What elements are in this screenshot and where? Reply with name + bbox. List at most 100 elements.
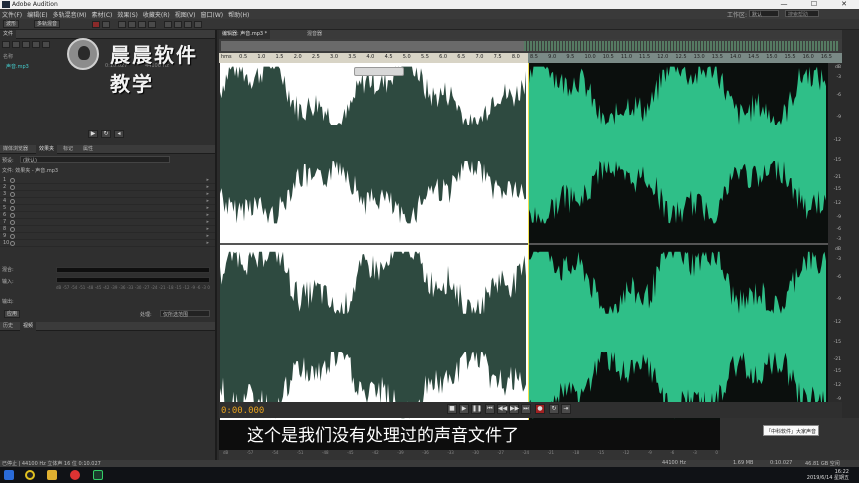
effect-slot[interactable]: 7 ▸ xyxy=(0,219,215,226)
move-tool-icon[interactable] xyxy=(118,21,126,28)
power-icon[interactable] xyxy=(10,206,15,211)
workspace-select[interactable]: 默认 xyxy=(749,10,779,18)
razor-tool-icon[interactable] xyxy=(128,21,136,28)
menu-favorites[interactable]: 收藏夹(R) xyxy=(143,10,170,19)
power-icon[interactable] xyxy=(10,192,15,197)
pause-icon[interactable]: ❚❚ xyxy=(471,404,482,414)
process-select[interactable]: 仅所选范围 xyxy=(160,310,210,318)
chevron-right-icon[interactable]: ▸ xyxy=(206,212,209,218)
hud-volume-control[interactable] xyxy=(354,67,404,76)
menu-multitrack[interactable]: 多轨混音(M) xyxy=(53,10,87,19)
play-icon[interactable]: ▶ xyxy=(459,404,469,414)
tab-editor[interactable]: 编辑器: 声音.mp3 * xyxy=(219,30,271,39)
power-icon[interactable] xyxy=(10,178,15,183)
menu-view[interactable]: 视图(V) xyxy=(175,10,196,19)
overview-selection[interactable] xyxy=(221,41,524,51)
power-icon[interactable] xyxy=(10,185,15,190)
lasso-tool-icon[interactable] xyxy=(174,21,182,28)
go-end-icon[interactable]: ⏭ xyxy=(521,404,531,414)
preview-play-icon[interactable]: ▶ xyxy=(88,130,98,138)
power-icon[interactable] xyxy=(10,234,15,239)
effect-slot[interactable]: 1 ▸ xyxy=(0,177,215,184)
loop-icon[interactable]: ↻ xyxy=(549,404,559,414)
audition-taskbar-icon[interactable] xyxy=(93,470,103,480)
tab-media-browser[interactable]: 媒体浏览器 xyxy=(0,145,31,154)
spot-heal-tool-icon[interactable] xyxy=(194,21,202,28)
chevron-right-icon[interactable]: ▸ xyxy=(206,198,209,204)
file-item-name[interactable]: 声音.mp3 xyxy=(6,63,29,70)
menu-clip[interactable]: 素材(C) xyxy=(91,10,112,19)
tab-video[interactable]: 视频 xyxy=(20,322,37,331)
chevron-right-icon[interactable]: ▸ xyxy=(206,184,209,190)
import-file-icon[interactable] xyxy=(12,41,20,48)
minimize-button[interactable]: — xyxy=(769,0,799,9)
taskbar-clock[interactable]: 16:22 2019/6/14 星期五 xyxy=(807,469,849,481)
skip-icon[interactable]: ⇥ xyxy=(561,404,571,414)
menu-window[interactable]: 窗口(W) xyxy=(201,10,224,19)
spectral-view-icon[interactable] xyxy=(92,21,100,28)
multitrack-view-button[interactable]: 多轨混音 xyxy=(34,20,61,28)
waveform-display[interactable] xyxy=(220,63,828,425)
power-icon[interactable] xyxy=(10,199,15,204)
browser-icon[interactable] xyxy=(70,470,80,480)
effect-slot[interactable]: 9 ▸ xyxy=(0,233,215,240)
power-icon[interactable] xyxy=(10,227,15,232)
effect-slot[interactable]: 2 ▸ xyxy=(0,184,215,191)
tab-files[interactable]: 文件 xyxy=(0,30,17,39)
slip-tool-icon[interactable] xyxy=(138,21,146,28)
tab-mixer[interactable]: 混音器 xyxy=(304,30,325,39)
apply-button[interactable]: 应用 xyxy=(4,310,21,318)
menu-help[interactable]: 帮助(H) xyxy=(228,10,249,19)
rewind-icon[interactable]: ◀◀ xyxy=(497,404,507,414)
close-file-icon[interactable] xyxy=(42,41,50,48)
preview-loop-icon[interactable]: ↻ xyxy=(101,130,111,138)
effect-slot[interactable]: 10 ▸ xyxy=(0,240,215,247)
chevron-right-icon[interactable]: ▸ xyxy=(206,240,209,246)
effect-slot[interactable]: 6 ▸ xyxy=(0,212,215,219)
file-explorer-icon[interactable] xyxy=(47,470,57,480)
effect-slot[interactable]: 8 ▸ xyxy=(0,226,215,233)
marquee-tool-icon[interactable] xyxy=(164,21,172,28)
save-file-icon[interactable] xyxy=(32,41,40,48)
pitch-view-icon[interactable] xyxy=(102,21,110,28)
time-selection-tool-icon[interactable] xyxy=(148,21,156,28)
preset-select[interactable]: (默认) xyxy=(20,156,170,164)
menu-file[interactable]: 文件(F) xyxy=(2,10,22,19)
fast-forward-icon[interactable]: ▶▶ xyxy=(509,404,519,414)
record-icon[interactable]: ● xyxy=(535,404,545,414)
tab-effects-rack[interactable]: 效果夹 xyxy=(36,145,58,154)
start-icon[interactable] xyxy=(4,470,14,480)
chevron-right-icon[interactable]: ▸ xyxy=(206,177,209,183)
search-icon[interactable] xyxy=(25,470,35,480)
chevron-right-icon[interactable]: ▸ xyxy=(206,219,209,225)
stop-icon[interactable]: ■ xyxy=(447,404,457,414)
preview-volume-icon[interactable]: ◂ xyxy=(114,130,124,138)
close-button[interactable]: ✕ xyxy=(829,0,859,9)
menu-edit[interactable]: 编辑(E) xyxy=(27,10,47,19)
playhead-cursor[interactable] xyxy=(528,63,529,425)
go-start-icon[interactable]: ⏮ xyxy=(485,404,495,414)
effect-slot[interactable]: 5 ▸ xyxy=(0,205,215,212)
tab-history[interactable]: 历史 xyxy=(0,322,16,331)
chevron-right-icon[interactable]: ▸ xyxy=(206,233,209,239)
chevron-right-icon[interactable]: ▸ xyxy=(206,226,209,232)
chevron-right-icon[interactable]: ▸ xyxy=(206,205,209,211)
maximize-button[interactable]: ☐ xyxy=(799,0,829,9)
power-icon[interactable] xyxy=(10,213,15,218)
overview-bar[interactable] xyxy=(219,39,842,53)
waveform-view-button[interactable]: 波形 xyxy=(3,20,20,28)
brush-tool-icon[interactable] xyxy=(184,21,192,28)
menu-effects[interactable]: 效果(S) xyxy=(117,10,138,19)
time-ruler[interactable]: hms 0.5 1.0 1.5 2.0 2.5 3.0 3.5 4.0 4.5 5.0 5.5 6.0 6… xyxy=(219,53,842,63)
power-icon[interactable] xyxy=(10,220,15,225)
effect-slot[interactable]: 4 ▸ xyxy=(0,198,215,205)
open-file-icon[interactable] xyxy=(2,41,10,48)
effect-slot[interactable]: 3 ▸ xyxy=(0,191,215,198)
tab-properties[interactable]: 属性 xyxy=(80,145,96,154)
power-icon[interactable] xyxy=(10,241,15,246)
title-bar: Adobe Audition — ☐ ✕ xyxy=(0,0,859,9)
help-search-input[interactable]: 搜索帮助 xyxy=(785,10,819,18)
new-file-icon[interactable] xyxy=(22,41,30,48)
tab-markers[interactable]: 标记 xyxy=(60,145,76,154)
chevron-right-icon[interactable]: ▸ xyxy=(206,191,209,197)
